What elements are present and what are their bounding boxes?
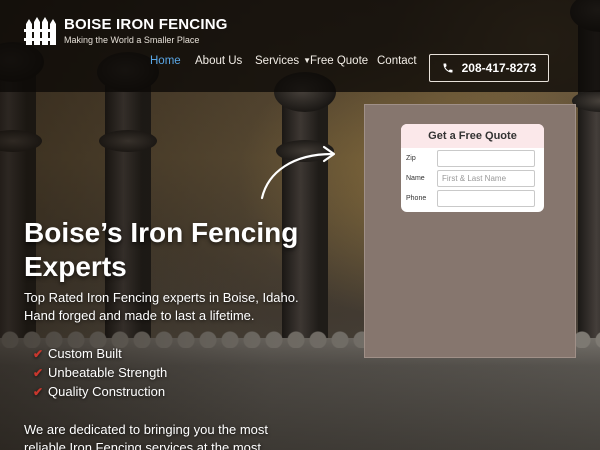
nav-services[interactable]: Services ▼ xyxy=(255,55,311,67)
nav-services-label: Services xyxy=(255,55,300,67)
brand-tagline: Making the World a Smaller Place xyxy=(64,34,200,45)
curved-arrow-icon xyxy=(260,145,336,200)
phone-input[interactable] xyxy=(437,190,535,207)
check-icon: ✔ xyxy=(33,384,44,399)
phone-field-row: Phone xyxy=(401,189,544,208)
phone-call-button[interactable]: 208-417-8273 xyxy=(429,54,549,82)
site-logo[interactable]: BOISE IRON FENCING Making the World a Sm… xyxy=(24,16,228,46)
name-input[interactable] xyxy=(437,170,535,187)
name-label: Name xyxy=(406,175,425,182)
list-item: ✔ Quality Construction xyxy=(33,384,166,399)
feature-list: ✔ Custom Built ✔ Unbeatable Strength ✔ Qual… xyxy=(33,344,167,401)
check-icon: ✔ xyxy=(33,365,44,380)
site-header: BOISE IRON FENCING Making the World a Sm… xyxy=(0,0,600,92)
nav-about-us[interactable]: About Us xyxy=(195,55,242,67)
phone-number: 208-417-8273 xyxy=(461,61,537,75)
brand-name: BOISE IRON FENCING xyxy=(64,15,228,33)
zip-input[interactable] xyxy=(437,150,535,167)
zip-label: Zip xyxy=(406,155,416,162)
hero-title: Boise’s Iron Fencing Experts xyxy=(24,217,299,282)
hero-body-text: We are dedicated to bringing you the mos… xyxy=(24,422,269,450)
list-item: ✔ Unbeatable Strength xyxy=(33,365,168,380)
list-item: ✔ Custom Built xyxy=(33,346,122,361)
zip-field-row: Zip xyxy=(401,149,544,168)
quote-panel: Get a Free Quote Zip Name Phone xyxy=(364,104,576,358)
phone-icon xyxy=(443,63,453,73)
nav-contact[interactable]: Contact xyxy=(377,55,417,67)
hero-subtitle: Top Rated Iron Fencing experts in Boise,… xyxy=(24,290,299,323)
nav-home[interactable]: Home xyxy=(150,55,181,67)
phone-label: Phone xyxy=(406,195,427,202)
name-field-row: Name xyxy=(401,169,544,188)
quote-form-title: Get a Free Quote xyxy=(401,124,544,148)
fence-logo-icon xyxy=(24,17,56,45)
check-icon: ✔ xyxy=(33,346,44,361)
quote-form: Get a Free Quote Zip Name Phone xyxy=(401,124,544,212)
nav-free-quote[interactable]: Free Quote xyxy=(310,55,368,67)
